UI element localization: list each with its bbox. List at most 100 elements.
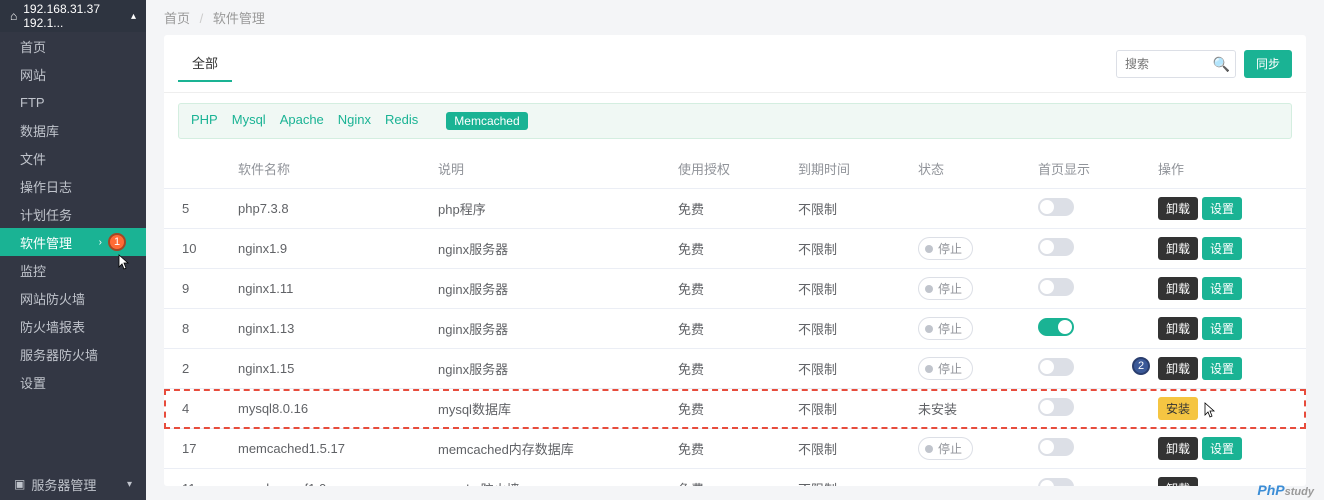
- cell-status: 未安装: [904, 389, 1024, 429]
- sidebar-item-3[interactable]: 数据库: [0, 116, 146, 144]
- table-row: 17memcached1.5.17memcached内存数据库免费不限制停止卸载…: [164, 429, 1306, 469]
- sidebar: ⌂ 192.168.31.37 192.1... ▴ 首页网站 FTP 数据库文件操…: [0, 0, 146, 500]
- filter-link-redis[interactable]: Redis: [385, 112, 418, 127]
- search-icon[interactable]: 🔍: [1213, 56, 1230, 73]
- cell-status: 停止: [904, 269, 1024, 309]
- sidebar-item-0[interactable]: 首页: [0, 32, 146, 60]
- homepage-toggle[interactable]: [1038, 478, 1074, 486]
- sidebar-item-label: 服务器防火墙: [20, 345, 98, 364]
- cell: apache防火墙: [424, 469, 664, 487]
- sidebar-item-1[interactable]: 网站: [0, 60, 146, 88]
- col-header-0: [164, 149, 224, 189]
- sidebar-item-9[interactable]: 网站防火墙: [0, 284, 146, 312]
- cell-toggle: [1024, 469, 1144, 487]
- col-header-6: 首页显示: [1024, 149, 1144, 189]
- sidebar-section-server-mgmt[interactable]: ▣ 服务器管理 ▾: [0, 468, 146, 500]
- breadcrumb-home[interactable]: 首页: [164, 11, 190, 26]
- main-content: 首页 / 软件管理 全部 🔍 同步 PHPMysqlApacheNginxRed…: [146, 0, 1324, 500]
- cell: 2: [164, 349, 224, 389]
- status-dot-icon: [925, 245, 933, 253]
- filter-link-php[interactable]: PHP: [191, 112, 218, 127]
- cell-status: 停止: [904, 429, 1024, 469]
- settings-button[interactable]: 设置: [1202, 197, 1242, 220]
- homepage-toggle[interactable]: [1038, 238, 1074, 256]
- sidebar-item-label: 数据库: [20, 121, 59, 140]
- settings-button[interactable]: 设置: [1202, 357, 1242, 380]
- cell-actions: 卸载设置: [1144, 309, 1306, 349]
- col-header-4: 到期时间: [784, 149, 904, 189]
- software-table: 软件名称说明使用授权到期时间状态首页显示操作 5php7.3.8php程序免费不…: [164, 149, 1306, 486]
- cell: 10: [164, 229, 224, 269]
- cell: 不限制: [784, 229, 904, 269]
- sidebar-item-10[interactable]: 防火墙报表: [0, 312, 146, 340]
- filter-tag-active[interactable]: Memcached: [446, 112, 527, 130]
- sidebar-item-2[interactable]: FTP: [0, 88, 146, 116]
- uninstall-button[interactable]: 卸载: [1158, 477, 1198, 486]
- cell-status: 停止: [904, 349, 1024, 389]
- sidebar-item-label: 文件: [20, 149, 46, 168]
- sidebar-item-4[interactable]: 文件: [0, 144, 146, 172]
- settings-button[interactable]: 设置: [1202, 277, 1242, 300]
- cell: nginx服务器: [424, 229, 664, 269]
- homepage-toggle[interactable]: [1038, 198, 1074, 216]
- homepage-toggle[interactable]: [1038, 318, 1074, 336]
- homepage-toggle[interactable]: [1038, 438, 1074, 456]
- uninstall-button[interactable]: 卸载: [1158, 317, 1198, 340]
- cell: 不限制: [784, 269, 904, 309]
- status-pill[interactable]: 停止: [918, 357, 973, 380]
- cell: memcached1.5.17: [224, 429, 424, 469]
- chevron-right-icon: ›: [99, 237, 102, 248]
- uninstall-button[interactable]: 卸载: [1158, 197, 1198, 220]
- sidebar-item-7[interactable]: 软件管理›1: [0, 228, 146, 256]
- sidebar-item-12[interactable]: 设置: [0, 368, 146, 396]
- homepage-toggle[interactable]: [1038, 278, 1074, 296]
- cell: 不限制: [784, 309, 904, 349]
- uninstall-button[interactable]: 卸载: [1158, 357, 1198, 380]
- homepage-toggle[interactable]: [1038, 358, 1074, 376]
- cell-actions: 安装: [1144, 389, 1306, 429]
- filter-link-mysql[interactable]: Mysql: [232, 112, 266, 127]
- home-icon: ⌂: [10, 9, 17, 23]
- install-button[interactable]: 安装: [1158, 397, 1198, 420]
- toggle-knob: [1040, 200, 1054, 214]
- cube-icon: ▣: [14, 477, 25, 491]
- sidebar-item-5[interactable]: 操作日志: [0, 172, 146, 200]
- cell: 免费: [664, 389, 784, 429]
- status-dot-icon: [925, 285, 933, 293]
- cell: nginx1.15: [224, 349, 424, 389]
- uninstall-button[interactable]: 卸载: [1158, 237, 1198, 260]
- filter-link-nginx[interactable]: Nginx: [338, 112, 371, 127]
- tab-all[interactable]: 全部: [178, 45, 232, 82]
- cell-actions: 卸载设置: [1144, 429, 1306, 469]
- sidebar-item-label: 防火墙报表: [20, 317, 85, 336]
- status-pill[interactable]: 停止: [918, 237, 973, 260]
- status-pill[interactable]: 停止: [918, 277, 973, 300]
- cell-toggle: [1024, 269, 1144, 309]
- sidebar-server-selector[interactable]: ⌂ 192.168.31.37 192.1... ▴: [0, 0, 146, 32]
- settings-button[interactable]: 设置: [1202, 237, 1242, 260]
- cell: nginx1.9: [224, 229, 424, 269]
- cell-status: 停止: [904, 309, 1024, 349]
- cell: 不限制: [784, 429, 904, 469]
- cell-toggle: [1024, 349, 1144, 389]
- cell: 5: [164, 189, 224, 229]
- cell-toggle: [1024, 389, 1144, 429]
- status-dot-icon: [925, 445, 933, 453]
- cell-actions: 卸载设置: [1144, 229, 1306, 269]
- homepage-toggle[interactable]: [1038, 398, 1074, 416]
- cell-toggle: [1024, 189, 1144, 229]
- settings-button[interactable]: 设置: [1202, 437, 1242, 460]
- sync-button[interactable]: 同步: [1244, 50, 1292, 78]
- status-pill[interactable]: 停止: [918, 437, 973, 460]
- filter-link-apache[interactable]: Apache: [280, 112, 324, 127]
- status-pill[interactable]: 停止: [918, 317, 973, 340]
- sidebar-item-11[interactable]: 服务器防火墙: [0, 340, 146, 368]
- uninstall-button[interactable]: 卸载: [1158, 277, 1198, 300]
- cell-toggle: [1024, 229, 1144, 269]
- settings-button[interactable]: 设置: [1202, 317, 1242, 340]
- status-dot-icon: [925, 365, 933, 373]
- table-row: 8nginx1.13nginx服务器免费不限制停止卸载设置: [164, 309, 1306, 349]
- sidebar-item-6[interactable]: 计划任务: [0, 200, 146, 228]
- uninstall-button[interactable]: 卸载: [1158, 437, 1198, 460]
- sidebar-item-label: 网站: [20, 65, 46, 84]
